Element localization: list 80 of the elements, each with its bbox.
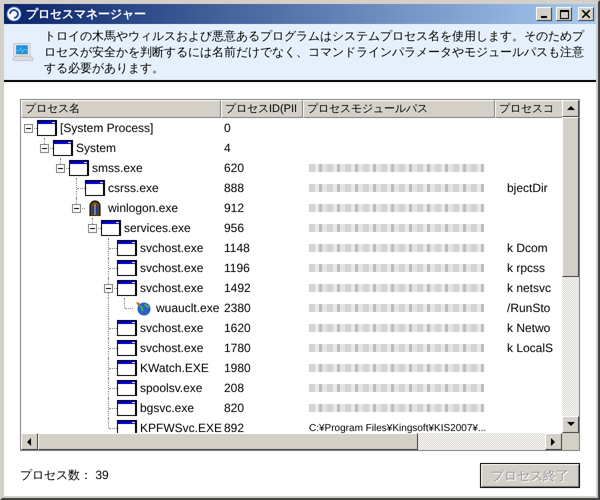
command-line: k Netwo bbox=[506, 321, 550, 335]
process-name[interactable]: KWatch.EXE bbox=[140, 361, 209, 375]
command-line: k netsvc bbox=[506, 281, 552, 295]
collapse-toggle[interactable] bbox=[72, 204, 81, 213]
column-header[interactable]: プロセス名 bbox=[21, 100, 221, 118]
module-path: C:¥Program Files¥Kingsoft¥KIS2007¥... bbox=[309, 422, 486, 433]
window-icon bbox=[117, 380, 137, 396]
column-header[interactable]: プロセスモジュールパス bbox=[303, 100, 495, 118]
right-arrow-icon bbox=[550, 438, 558, 446]
process-name[interactable]: smss.exe bbox=[92, 161, 143, 175]
window-icon bbox=[69, 160, 89, 176]
process-name[interactable]: svchost.exe bbox=[140, 281, 204, 295]
column-header[interactable]: プロセスID(PII bbox=[221, 100, 303, 118]
process-name[interactable]: winlogon.exe bbox=[108, 201, 178, 215]
process-id: 888 bbox=[223, 181, 246, 195]
process-id: 820 bbox=[223, 401, 246, 415]
process-name[interactable]: svchost.exe bbox=[140, 241, 204, 255]
window-icon bbox=[117, 320, 137, 336]
process-name[interactable]: services.exe bbox=[124, 221, 191, 235]
maximize-icon bbox=[560, 10, 568, 18]
process-name[interactable]: bgsvc.exe bbox=[140, 401, 194, 415]
collapse-toggle[interactable] bbox=[56, 164, 65, 173]
horizontal-scrollbar[interactable] bbox=[21, 433, 562, 450]
process-id: 1492 bbox=[223, 281, 252, 295]
command-line: k rpcss bbox=[506, 261, 546, 275]
minimize-button[interactable] bbox=[536, 7, 552, 21]
process-name[interactable]: KPFWSvc.EXE bbox=[140, 421, 222, 433]
process-name[interactable]: spoolsv.exe bbox=[140, 381, 202, 395]
process-id: 1148 bbox=[223, 241, 251, 255]
window-icon bbox=[117, 360, 137, 376]
collapse-toggle[interactable] bbox=[24, 124, 33, 133]
close-icon bbox=[582, 10, 590, 18]
process-name[interactable]: csrss.exe bbox=[108, 181, 159, 195]
collapse-toggle[interactable] bbox=[88, 224, 97, 233]
process-id: 0 bbox=[223, 121, 232, 135]
window-icon bbox=[117, 400, 137, 416]
process-id: 1620 bbox=[223, 321, 252, 335]
process-name[interactable]: [System Process] bbox=[60, 121, 154, 135]
process-id: 620 bbox=[223, 161, 246, 175]
command-line: k LocalS bbox=[506, 341, 554, 355]
window-icon bbox=[117, 340, 137, 356]
process-id: 912 bbox=[223, 201, 246, 215]
vertical-scrollbar[interactable] bbox=[562, 100, 579, 433]
process-count: プロセス数： 39 bbox=[20, 467, 109, 484]
command-line: k Dcom bbox=[506, 241, 548, 255]
window-icon bbox=[101, 220, 121, 236]
up-arrow-icon bbox=[566, 104, 574, 112]
window-icon bbox=[37, 120, 57, 136]
scrollbar-corner bbox=[562, 433, 579, 450]
process-id: 956 bbox=[223, 221, 246, 235]
process-id: 4 bbox=[223, 141, 232, 155]
process-name[interactable]: System bbox=[76, 141, 116, 155]
window-icon bbox=[117, 280, 137, 296]
process-id: 1196 bbox=[223, 261, 251, 275]
process-name[interactable]: wuauclt.exe bbox=[156, 301, 220, 315]
window-icon bbox=[117, 420, 137, 433]
collapse-toggle[interactable] bbox=[40, 144, 49, 153]
collapse-toggle[interactable] bbox=[104, 284, 113, 293]
globe-icon bbox=[133, 300, 153, 316]
process-id: 892 bbox=[223, 421, 246, 433]
process-name[interactable]: svchost.exe bbox=[140, 321, 204, 335]
process-id: 1780 bbox=[223, 341, 252, 355]
app-icon bbox=[6, 6, 22, 22]
process-name[interactable]: svchost.exe bbox=[140, 341, 204, 355]
window-icon bbox=[117, 260, 137, 276]
process-id: 1980 bbox=[223, 361, 252, 375]
window-icon bbox=[117, 240, 137, 256]
warning-message: トロイの木馬やウィルスおよび悪意あるプログラムはシステムプロセス名を使用します。そのためプロセスが安全かを判断するには名前だけでなく、コマンドラインパラメータやモジュールパスも注意する必要があります。 bbox=[44, 28, 586, 76]
left-arrow-icon bbox=[26, 438, 34, 446]
maximize-button[interactable] bbox=[556, 7, 572, 21]
command-line: bjectDir bbox=[506, 181, 548, 195]
process-id: 2380 bbox=[223, 301, 252, 315]
process-name[interactable]: svchost.exe bbox=[140, 261, 204, 275]
process-id: 208 bbox=[223, 381, 246, 395]
down-arrow-icon bbox=[566, 420, 574, 428]
window-title: プロセスマネージャー bbox=[26, 6, 147, 22]
window-icon bbox=[53, 140, 73, 156]
window-icon bbox=[85, 180, 105, 196]
close-button[interactable] bbox=[578, 7, 594, 21]
command-line: /RunSto bbox=[506, 301, 550, 315]
